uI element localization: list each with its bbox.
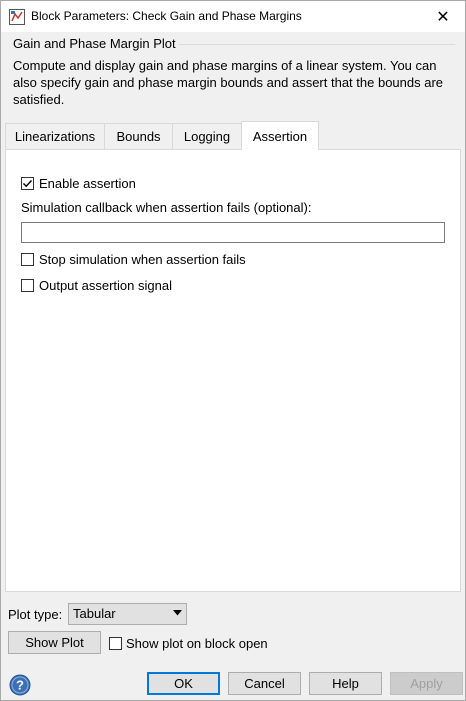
plot-type-select[interactable]: Tabular <box>68 603 187 625</box>
enable-assertion-label: Enable assertion <box>39 176 136 191</box>
ok-label: OK <box>174 676 193 691</box>
tab-label: Linearizations <box>14 129 96 144</box>
group-divider <box>179 44 455 45</box>
help-icon[interactable]: ? <box>9 674 31 696</box>
apply-label: Apply <box>410 676 443 691</box>
plot-type-label: Plot type: <box>8 607 63 622</box>
cancel-button[interactable]: Cancel <box>228 672 301 695</box>
tab-logging[interactable]: Logging <box>172 123 242 149</box>
block-description: Compute and display gain and phase margi… <box>13 58 444 107</box>
block-parameters-dialog: Block Parameters: Check Gain and Phase M… <box>0 0 466 701</box>
show-plot-button[interactable]: Show Plot <box>8 631 101 654</box>
callback-input[interactable] <box>21 222 445 243</box>
show-on-open-label: Show plot on block open <box>126 636 268 651</box>
assertion-panel: Enable assertion Simulation callback whe… <box>5 149 461 592</box>
stop-simulation-checkbox[interactable] <box>21 253 34 266</box>
apply-button[interactable]: Apply <box>390 672 463 695</box>
window-title: Block Parameters: Check Gain and Phase M… <box>31 9 302 23</box>
tab-assertion[interactable]: Assertion <box>241 121 319 150</box>
tab-linearizations[interactable]: Linearizations <box>5 123 105 149</box>
tab-label: Assertion <box>252 128 308 144</box>
group-label: Gain and Phase Margin Plot <box>13 36 176 51</box>
chevron-down-icon <box>173 610 182 616</box>
ok-button[interactable]: OK <box>147 672 220 695</box>
stop-simulation-label: Stop simulation when assertion fails <box>39 252 246 267</box>
title-bar: Block Parameters: Check Gain and Phase M… <box>1 1 465 32</box>
close-button[interactable]: ✕ <box>421 1 465 32</box>
help-button[interactable]: Help <box>309 672 382 695</box>
callback-label: Simulation callback when assertion fails… <box>21 200 312 215</box>
help-label: Help <box>332 676 359 691</box>
simulink-block-icon <box>9 9 25 25</box>
plot-type-value: Tabular <box>73 606 116 621</box>
tab-label: Logging <box>183 129 231 144</box>
checkmark-icon <box>23 180 33 188</box>
close-icon: ✕ <box>436 8 450 26</box>
svg-text:?: ? <box>16 678 24 693</box>
output-assertion-checkbox[interactable] <box>21 279 34 292</box>
show-plot-label: Show Plot <box>25 635 84 650</box>
cancel-label: Cancel <box>244 676 285 691</box>
output-assertion-label: Output assertion signal <box>39 278 172 293</box>
show-on-open-checkbox[interactable] <box>109 637 122 650</box>
tab-label: Bounds <box>116 129 161 144</box>
enable-assertion-checkbox[interactable] <box>21 177 34 190</box>
tab-bounds[interactable]: Bounds <box>104 123 173 149</box>
